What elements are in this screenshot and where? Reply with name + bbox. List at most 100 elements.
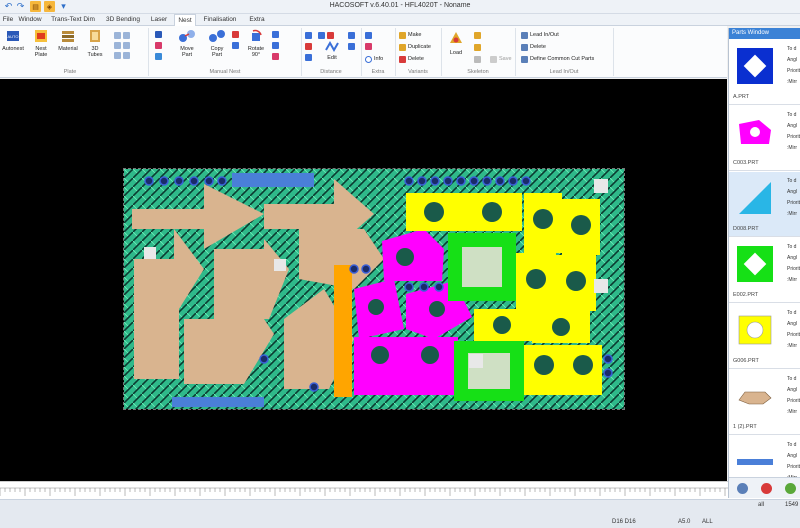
info-button[interactable]: Info xyxy=(365,55,383,63)
part-item[interactable]: D008.PRT To d Angl Priorit:Mirr xyxy=(729,172,800,237)
lead-icon xyxy=(521,31,528,39)
distance-tool-1[interactable] xyxy=(305,31,312,39)
delete-variant-button[interactable]: Delete xyxy=(399,55,424,63)
part-hole xyxy=(571,215,591,235)
distance-tool-icon xyxy=(327,31,334,39)
ruler-ticks xyxy=(0,487,800,496)
part-thumbnail xyxy=(733,374,777,418)
play-icon[interactable] xyxy=(785,483,796,494)
lead-in-out-button[interactable]: Lead In/Out xyxy=(521,31,559,39)
part-item[interactable]: C003.PRT To d Angl Priorit:Mirr xyxy=(729,106,800,171)
skeleton-tool-3[interactable] xyxy=(474,55,481,63)
move-part-icon xyxy=(179,30,195,42)
nest-tool-icon xyxy=(155,41,162,49)
svg-text:AUTO: AUTO xyxy=(7,34,18,39)
nest-tool-5[interactable] xyxy=(232,41,239,49)
part-info-line: Priorit xyxy=(787,68,800,74)
make-button[interactable]: Make xyxy=(399,31,421,39)
copy-part-button[interactable]: Copy Part xyxy=(202,29,232,58)
skeleton-tool-icon xyxy=(474,55,481,63)
tab-laser[interactable]: Laser xyxy=(148,14,170,26)
nest-tool-8[interactable] xyxy=(272,52,279,60)
extra-tool-2[interactable] xyxy=(365,42,372,50)
title-bar: ↶ ↷ ▤ ◈ ▾ HACOSOFT v.6.40.01 - HFL4020T … xyxy=(0,0,800,14)
info-label: Info xyxy=(374,56,384,62)
nest-plate-button[interactable]: Nest Plate xyxy=(30,29,52,58)
nesting-canvas[interactable] xyxy=(0,79,727,481)
part-magenta xyxy=(354,337,406,395)
lead-delete-button[interactable]: Delete xyxy=(521,43,546,51)
tab-extra[interactable]: Extra xyxy=(246,14,268,26)
part-info-line: Angl xyxy=(787,189,798,195)
settings-icon[interactable] xyxy=(737,483,748,494)
part-info-line: :Mirr xyxy=(787,79,797,85)
skeleton-tool-1[interactable] xyxy=(474,31,481,39)
part-green-hole xyxy=(462,247,502,287)
part-hole xyxy=(493,316,511,334)
part-item[interactable]: E002.PRT To d Angl Priorit:Mirr xyxy=(729,238,800,303)
nest-tool-3[interactable] xyxy=(155,52,162,60)
distance-tool-icon xyxy=(348,42,355,50)
distance-tool-5[interactable] xyxy=(348,31,355,39)
tab-trans-text-dim[interactable]: Trans-Text Dim xyxy=(48,14,98,26)
skeleton-tool-2[interactable] xyxy=(474,43,481,51)
plate-option-icon xyxy=(114,41,121,49)
nest-tool-icon xyxy=(232,30,239,38)
plate-option-icon xyxy=(123,51,130,59)
plate-option-1[interactable] xyxy=(114,31,130,39)
nest-tool-2[interactable] xyxy=(155,41,162,49)
copy-part-label: Copy Part xyxy=(210,46,224,58)
close-icon[interactable] xyxy=(761,483,772,494)
nest-tool-6[interactable] xyxy=(272,30,279,38)
distance-tool-4[interactable] xyxy=(318,31,334,39)
tab-file[interactable]: File xyxy=(0,14,16,26)
nest-tool-1[interactable] xyxy=(155,30,162,38)
edit-icon xyxy=(325,40,339,53)
part-info-line: :Mirr xyxy=(787,277,797,283)
part-item[interactable]: 1 (2).PRT To d Angl Priorit:Mirr xyxy=(729,370,800,435)
part-info-line: Angl xyxy=(787,255,798,261)
nest-tool-7[interactable] xyxy=(272,41,279,49)
nest-tool-4[interactable] xyxy=(232,30,239,38)
distance-tool-icon xyxy=(305,31,312,39)
part-info-line: :Mirr xyxy=(787,145,797,151)
autonest-button[interactable]: AUTO Autonest xyxy=(2,29,24,52)
status-count: 1549 xyxy=(785,502,799,508)
part-name: E002.PRT xyxy=(733,292,759,298)
duplicate-button[interactable]: Duplicate xyxy=(399,43,431,51)
make-label: Make xyxy=(408,32,422,38)
material-icon xyxy=(62,31,74,42)
material-button[interactable]: Material xyxy=(55,29,81,52)
load-label: Load xyxy=(449,50,463,56)
save-skeleton-button[interactable]: Save xyxy=(490,55,512,63)
tab-3d-bending[interactable]: 3D Bending xyxy=(104,14,142,26)
part-name: A.PRT xyxy=(733,94,750,100)
distance-tool-6[interactable] xyxy=(348,42,355,50)
distance-tool-3[interactable] xyxy=(305,53,312,61)
nest-plate-label: Nest Plate xyxy=(34,46,48,58)
part-item[interactable]: A.PRT To d Angl Priorit:Mirr xyxy=(729,40,800,105)
edit-button[interactable]: Edit xyxy=(320,40,344,61)
extra-tool-icon xyxy=(365,42,372,50)
save-icon xyxy=(490,55,497,63)
plate-option-2[interactable] xyxy=(114,41,130,49)
plate-option-3[interactable] xyxy=(114,51,130,59)
extra-tool-1[interactable] xyxy=(365,31,372,39)
duplicate-label: Duplicate xyxy=(408,44,431,50)
define-common-cut-button[interactable]: Define Common Cut Parts xyxy=(521,55,594,63)
tab-window[interactable]: Window xyxy=(17,14,43,26)
load-button[interactable]: Load xyxy=(444,29,468,56)
group-label-lead-in-out: Lead In/Out xyxy=(549,69,579,75)
part-info-line: Priorit xyxy=(787,266,800,272)
move-part-button[interactable]: Move Part xyxy=(172,29,202,58)
part-magenta xyxy=(406,337,458,395)
3d-tubes-button[interactable]: 3D Tubes xyxy=(84,29,106,58)
part-item[interactable]: G006.PRT To d Angl Priorit:Mirr xyxy=(729,304,800,369)
nest-tool-icon xyxy=(155,52,162,60)
distance-tool-2[interactable] xyxy=(305,42,312,50)
tab-finalisation[interactable]: Finalisation xyxy=(200,14,240,26)
rotate-button[interactable]: Rotate 90° xyxy=(243,29,269,58)
rotate-label: Rotate 90° xyxy=(247,46,265,58)
sheet-plate[interactable] xyxy=(123,168,625,410)
ribbon: AUTO Autonest Nest Plate Material 3D Tub… xyxy=(0,26,727,78)
